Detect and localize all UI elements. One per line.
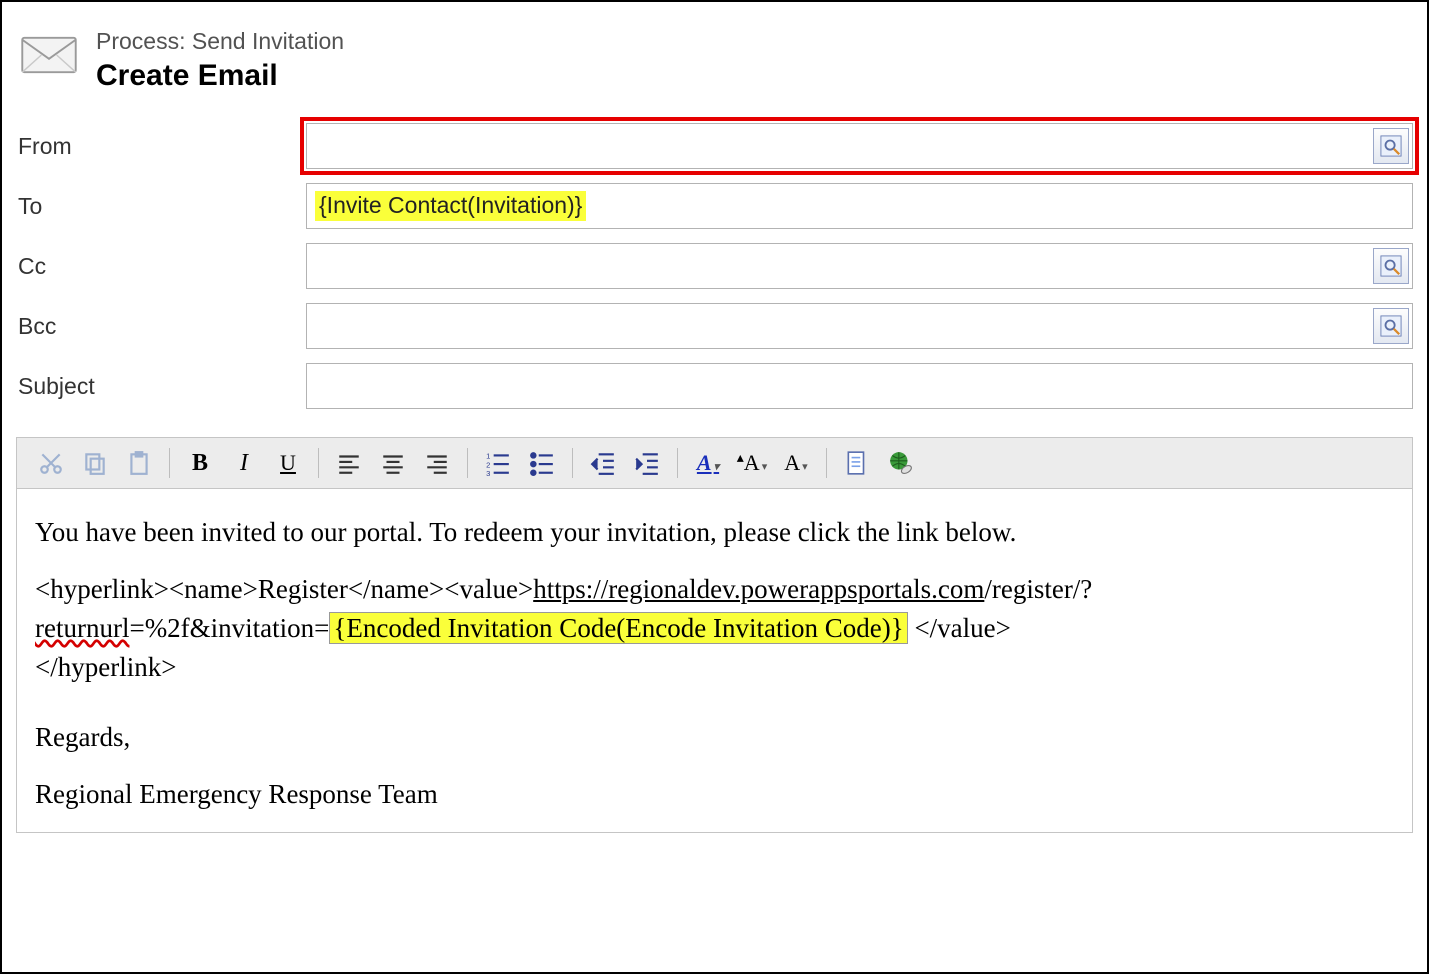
envelope-icon [20,34,78,76]
lookup-icon [1380,255,1402,277]
indent-button[interactable] [625,443,669,483]
align-left-icon [336,450,362,476]
body-returnurl-word: returnurl [35,613,129,643]
svg-text:2: 2 [486,460,490,469]
to-value-chip: {Invite Contact(Invitation)} [315,191,586,221]
toolbar-separator [318,448,319,478]
bcc-label: Bcc [16,313,306,340]
lookup-icon [1380,135,1402,157]
body-url-part1: https://regionaldev.powerappsportals.com [533,574,984,604]
from-row: From [16,123,1413,169]
toolbar-separator [572,448,573,478]
body-regards: Regards, [35,718,1394,757]
ordered-list-icon: 123 [485,450,511,476]
text-highlight-button[interactable]: A▾ [686,443,730,483]
font-color-a-icon: A▾ [784,450,807,476]
align-right-button[interactable] [415,443,459,483]
insert-template-button[interactable] [835,443,879,483]
highlight-a-icon: A▾ [697,450,719,476]
bcc-row: Bcc [16,303,1413,349]
unordered-list-button[interactable] [520,443,564,483]
bcc-input[interactable] [306,303,1413,349]
from-label: From [16,133,306,160]
email-body-editor[interactable]: You have been invited to our portal. To … [16,489,1413,833]
body-signature: Regional Emergency Response Team [35,775,1394,814]
cc-lookup-button[interactable] [1373,248,1409,284]
toolbar-separator [467,448,468,478]
globe-link-icon [888,450,914,476]
svg-text:1: 1 [486,452,490,461]
scissors-icon [38,450,64,476]
bold-button[interactable]: B [178,443,222,483]
subject-row: Subject [16,363,1413,409]
underline-button[interactable]: U [266,443,310,483]
unordered-list-icon [529,450,555,476]
insert-hyperlink-button[interactable] [879,443,923,483]
font-size-a-icon: ▴A▾ [737,450,767,476]
align-center-button[interactable] [371,443,415,483]
paste-button[interactable] [117,443,161,483]
toolbar-separator [826,448,827,478]
subject-input[interactable] [306,363,1413,409]
to-label: To [16,193,306,220]
bcc-lookup-button[interactable] [1373,308,1409,344]
cc-input[interactable] [306,243,1413,289]
editor-toolbar: B I U 123 A▾ ▴A▾ A▾ [16,437,1413,489]
copy-icon [82,450,108,476]
body-hyperlink-block: <hyperlink><name>Register</name><value>h… [35,570,1394,687]
ordered-list-button[interactable]: 123 [476,443,520,483]
toolbar-separator [677,448,678,478]
outdent-icon [590,450,616,476]
to-row: To {Invite Contact(Invitation)} [16,183,1413,229]
outdent-button[interactable] [581,443,625,483]
invitation-code-token[interactable]: {Encoded Invitation Code(Encode Invitati… [329,612,907,644]
align-left-button[interactable] [327,443,371,483]
font-color-button[interactable]: A▾ [774,443,818,483]
process-label: Process: Send Invitation [96,28,344,55]
copy-button[interactable] [73,443,117,483]
toolbar-separator [169,448,170,478]
cc-row: Cc [16,243,1413,289]
lookup-icon [1380,315,1402,337]
subject-label: Subject [16,373,306,400]
to-input[interactable]: {Invite Contact(Invitation)} [306,183,1413,229]
page-header: Process: Send Invitation Create Email [16,28,1413,93]
cut-button[interactable] [29,443,73,483]
document-icon [844,450,870,476]
from-input[interactable] [306,123,1413,169]
italic-button[interactable]: I [222,443,266,483]
paste-icon [126,450,152,476]
svg-text:3: 3 [486,469,490,476]
body-intro-text: You have been invited to our portal. To … [35,513,1394,552]
cc-label: Cc [16,253,306,280]
font-size-button[interactable]: ▴A▾ [730,443,774,483]
align-right-icon [424,450,450,476]
indent-icon [634,450,660,476]
align-center-icon [380,450,406,476]
from-lookup-button[interactable] [1373,128,1409,164]
page-title: Create Email [96,59,344,93]
